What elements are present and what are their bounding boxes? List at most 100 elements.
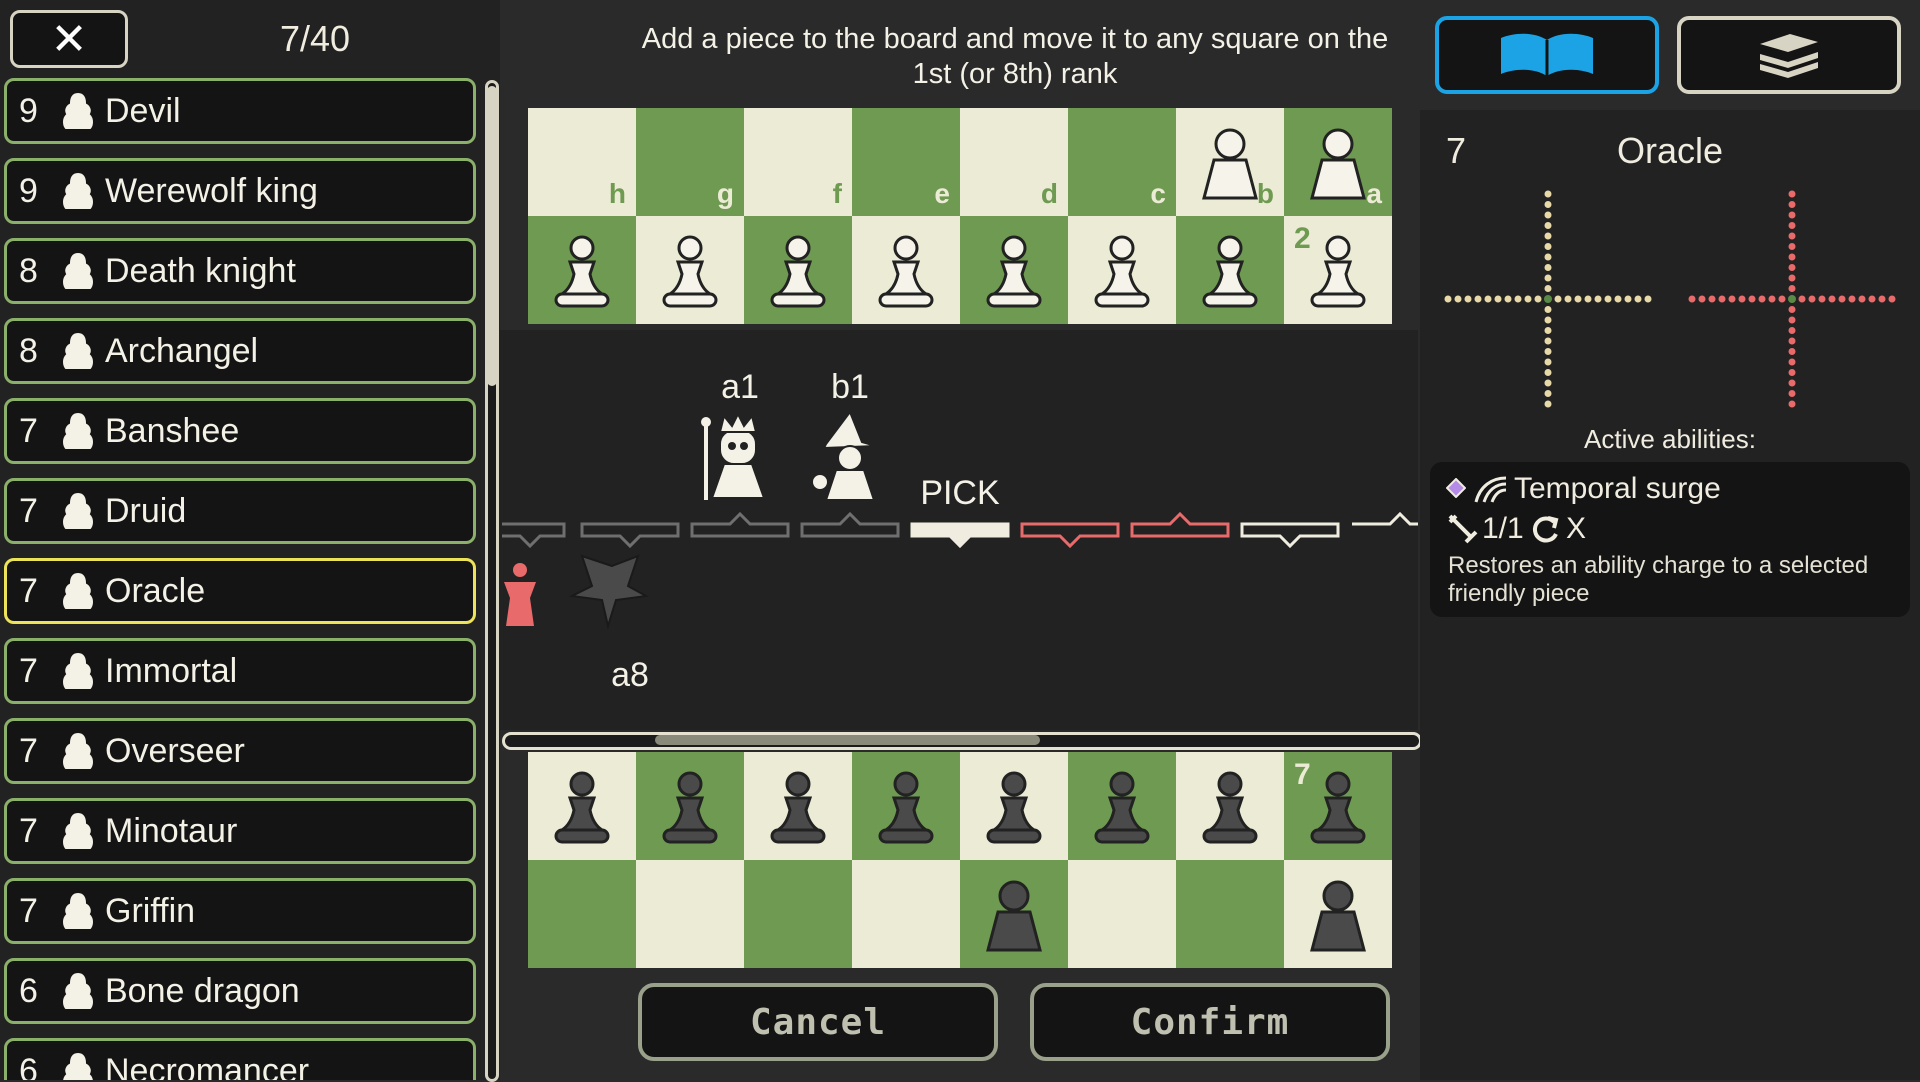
board-square[interactable]: f <box>744 108 852 216</box>
archangel-icon <box>61 330 95 371</box>
piece-cost: 9 <box>19 171 38 210</box>
board-square[interactable] <box>960 860 1068 968</box>
info-piece-name: Oracle <box>1616 130 1724 171</box>
white-pawn-icon[interactable] <box>758 230 838 310</box>
board-square[interactable]: 7 <box>1284 752 1392 860</box>
minotaur-icon <box>61 810 95 851</box>
dark-pawn-icon[interactable] <box>866 766 946 846</box>
board-square[interactable] <box>1068 860 1176 968</box>
board-square[interactable]: b <box>1176 108 1284 216</box>
piece-name: Werewolf king <box>105 171 318 210</box>
piece-list-item[interactable]: 8 Archangel <box>4 318 476 384</box>
board-square[interactable]: d <box>960 108 1068 216</box>
piece-list-item[interactable]: 8 Death knight <box>4 238 476 304</box>
white-pawn-icon[interactable] <box>1190 230 1270 310</box>
piece-list-item[interactable]: 7 Immortal <box>4 638 476 704</box>
red-pawn-icon <box>504 563 536 626</box>
board-square[interactable] <box>852 860 960 968</box>
board-square[interactable] <box>1068 216 1176 324</box>
cooldown-icon <box>1532 516 1559 543</box>
board-square[interactable] <box>852 752 960 860</box>
dark-pawn-icon[interactable] <box>1190 766 1270 846</box>
board-square[interactable]: 2 <box>1284 216 1392 324</box>
history-marker-down <box>580 522 680 549</box>
white-pawn-icon[interactable] <box>974 230 1054 310</box>
piece-list-item[interactable]: 7 Druid <box>4 478 476 544</box>
piece-name: Bone dragon <box>105 971 300 1010</box>
board-square[interactable]: e <box>852 108 960 216</box>
info-piece-cost: 7 <box>1446 130 1467 171</box>
piece-list-item[interactable]: 7 Banshee <box>4 398 476 464</box>
white-pawn-icon[interactable] <box>542 230 622 310</box>
board-square[interactable] <box>1176 752 1284 860</box>
witch-icon[interactable] <box>1190 122 1270 202</box>
board-square[interactable] <box>528 216 636 324</box>
piece-list-item[interactable]: 9 Devil <box>4 78 476 144</box>
timeline-area: a1 b1 PICK a8 <box>500 330 1418 730</box>
stack-icon <box>1760 34 1818 78</box>
griffin-icon <box>61 890 95 931</box>
white-pawn-icon[interactable] <box>650 230 730 310</box>
piece-list-item[interactable]: 6 Bone dragon <box>4 958 476 1024</box>
dark-pawn-icon[interactable] <box>974 766 1054 846</box>
griffin-icon[interactable] <box>1298 874 1378 954</box>
movement-pattern <box>1444 190 1652 408</box>
board-square[interactable] <box>744 752 852 860</box>
board-square[interactable] <box>528 860 636 968</box>
piece-list-item[interactable]: 7 Minotaur <box>4 798 476 864</box>
board-square[interactable] <box>960 752 1068 860</box>
oracle-icon[interactable] <box>974 874 1054 954</box>
confirm-button[interactable]: Confirm <box>1030 983 1390 1061</box>
history-marker-up <box>800 511 900 538</box>
dark-pawn-icon[interactable] <box>758 766 838 846</box>
piece-cost: 7 <box>19 571 38 610</box>
board-square[interactable] <box>636 216 744 324</box>
piece-list-item[interactable]: 7 Griffin <box>4 878 476 944</box>
piece-name: Minotaur <box>105 811 238 850</box>
board-square[interactable] <box>744 216 852 324</box>
white-pawn-icon[interactable] <box>1082 230 1162 310</box>
board-square[interactable] <box>1176 216 1284 324</box>
board-square[interactable] <box>1068 752 1176 860</box>
piece-cost: 7 <box>19 731 38 770</box>
board-square[interactable]: h <box>528 108 636 216</box>
board-square[interactable]: g <box>636 108 744 216</box>
board-square[interactable] <box>960 216 1068 324</box>
bottom-board: 7 <box>528 752 1392 972</box>
timeline-label-a1: a1 <box>721 368 759 406</box>
board-square[interactable] <box>636 752 744 860</box>
piece-list-item[interactable]: 6 Necromancer <box>4 1038 476 1080</box>
dark-pawn-icon[interactable] <box>1082 766 1162 846</box>
piece-name: Devil <box>105 91 181 130</box>
piece-counter: 7/40 <box>279 18 351 59</box>
board-square[interactable] <box>1176 860 1284 968</box>
board-square[interactable] <box>852 216 960 324</box>
close-button[interactable]: ✕ <box>10 10 128 68</box>
board-square[interactable] <box>528 752 636 860</box>
board-square[interactable]: a <box>1284 108 1392 216</box>
file-label: e <box>934 178 950 209</box>
board-square[interactable]: c <box>1068 108 1176 216</box>
cancel-button[interactable]: Cancel <box>638 983 998 1061</box>
board-square[interactable] <box>636 860 744 968</box>
white-pawn-icon[interactable] <box>866 230 946 310</box>
piece-list-item[interactable]: 7 Oracle <box>4 558 476 624</box>
necromancer-icon <box>61 1050 95 1080</box>
piece-list-item[interactable]: 7 Overseer <box>4 718 476 784</box>
timeline-scrollbar-thumb[interactable] <box>655 735 1040 745</box>
rulebook-button[interactable] <box>1435 16 1659 94</box>
dark-pawn-icon[interactable] <box>650 766 730 846</box>
skeleton-king-icon[interactable] <box>1298 122 1378 202</box>
board-square[interactable] <box>744 860 852 968</box>
piece-name: Griffin <box>105 891 196 930</box>
dark-pawn-icon[interactable] <box>542 766 622 846</box>
piece-name: Oracle <box>105 571 206 610</box>
movement-pattern <box>1688 190 1896 408</box>
pieces-stack-button[interactable] <box>1677 16 1901 94</box>
board-square[interactable] <box>1284 860 1392 968</box>
instruction-text: Add a piece to the board and move it to … <box>641 23 1389 90</box>
timeline-label-pick[interactable]: PICK <box>905 474 1015 513</box>
piece-list-item[interactable]: 9 Werewolf king <box>4 158 476 224</box>
list-scrollbar-thumb[interactable] <box>487 86 497 386</box>
ability-description: Restores an ability charge to a selected… <box>1448 552 1869 607</box>
